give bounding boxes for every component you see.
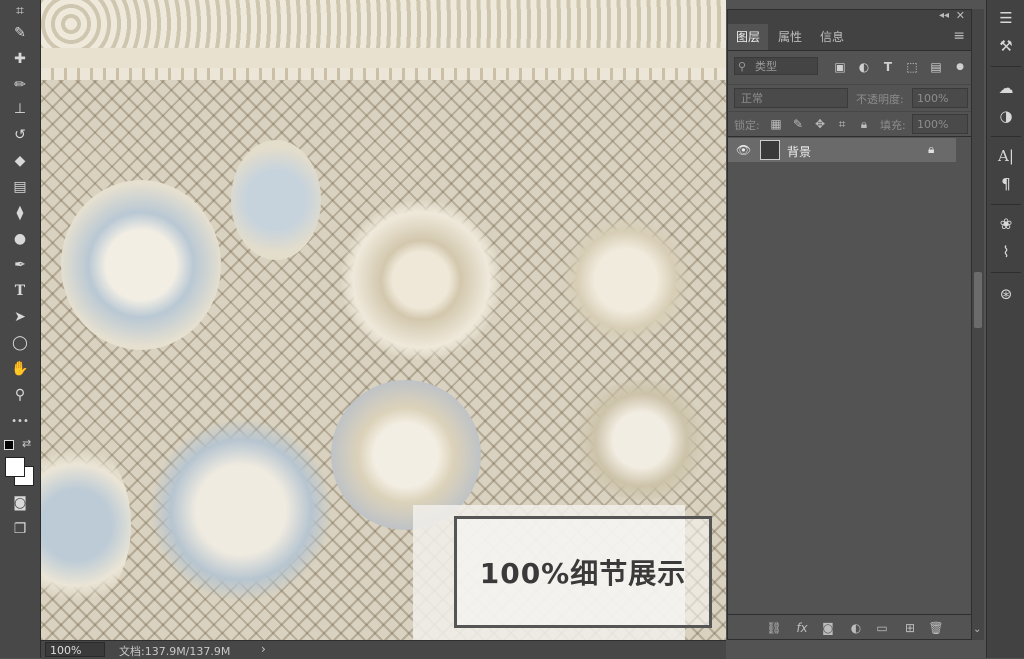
scroll-down-icon[interactable]: ⌄: [973, 624, 981, 635]
panel-dock-bar: ☰ ⚒ ☁ ◑ A| ¶ ❀ ⌇ ⊛: [986, 0, 1024, 658]
layer-filter-row: 类型 ⚲ ▣ ◐ T ⬚ ▤ ●: [728, 54, 971, 80]
panel-tabs: 图层 属性 信息 ≡: [728, 24, 971, 51]
quick-mask-icon[interactable]: ◙: [8, 492, 32, 514]
more-tools-icon[interactable]: •••: [8, 410, 32, 432]
lock-row: 锁定: ▦ ✎ ✥ ⌗ 🔒︎ 填充: 100%: [728, 111, 971, 137]
blend-mode-select[interactable]: 正常: [734, 88, 848, 108]
lace-flower: [41, 440, 131, 610]
lace-flower: [61, 180, 221, 350]
brush-settings-icon[interactable]: ⚒: [996, 36, 1016, 56]
gradient-icon[interactable]: ▤: [8, 176, 32, 198]
tools-bar: ⌗ ✎ ✚ ✏ ⊥ ↺ ◆ ▤ ⧫ ● ✒ T ➤ ◯ ✋ ⚲ ••• ⇄ ◙ …: [0, 0, 41, 658]
fill-label: 填充:: [880, 119, 906, 132]
status-menu-arrow[interactable]: ›: [261, 642, 266, 656]
visibility-eye-icon[interactable]: 👁︎: [736, 143, 751, 157]
zoom-icon[interactable]: ⚲: [8, 384, 32, 406]
paragraph-icon[interactable]: ¶: [996, 174, 1016, 194]
zoom-level-field[interactable]: 100%: [45, 642, 105, 657]
type-tool-icon[interactable]: T: [8, 280, 32, 302]
tab-info[interactable]: 信息: [812, 24, 852, 50]
layer-name: 背景: [787, 145, 812, 159]
collapse-panel-icon[interactable]: ◂◂: [939, 10, 949, 21]
3d-icon[interactable]: ⊛: [996, 284, 1016, 304]
dodge-icon[interactable]: ●: [8, 228, 32, 250]
new-group-icon[interactable]: ▭: [874, 620, 890, 636]
lock-image-icon[interactable]: ✎: [790, 116, 806, 132]
document-size-info: 文档:137.9M/137.9M: [119, 645, 231, 658]
default-colors-icon[interactable]: [4, 440, 14, 450]
link-layers-icon[interactable]: ⛓: [766, 620, 782, 636]
layer-row[interactable]: 👁︎ 背景 🔒︎: [728, 138, 956, 162]
filter-smart-object-icon[interactable]: ▤: [928, 59, 944, 75]
new-layer-icon[interactable]: ⊞: [902, 620, 918, 636]
panel-footer: ⛓ fx ◙ ◐ ▭ ⊞ 🗑︎: [728, 614, 971, 640]
history-brush-icon[interactable]: ↺: [8, 124, 32, 146]
lace-flower: [571, 380, 711, 500]
add-mask-icon[interactable]: ◙: [820, 620, 836, 636]
swap-colors-icon[interactable]: ⇄: [22, 437, 31, 450]
filter-adjustment-icon[interactable]: ◐: [856, 59, 872, 75]
panel-header-strip: ◂◂ ✕: [728, 9, 971, 24]
opacity-field[interactable]: 100%: [912, 88, 968, 108]
adjustment-layer-icon[interactable]: ◐: [848, 620, 864, 636]
lace-strip: [41, 48, 726, 68]
lace-flower: [231, 140, 321, 260]
libraries-icon[interactable]: ☁: [996, 78, 1016, 98]
lace-strip-pattern: [41, 68, 726, 80]
fx-icon[interactable]: fx: [794, 620, 810, 636]
crop-icon[interactable]: ⌗: [8, 0, 32, 22]
eyedropper-icon[interactable]: ✎: [8, 22, 32, 44]
hand-icon[interactable]: ✋: [8, 358, 32, 380]
panel-scrollbar-thumb[interactable]: [974, 272, 982, 328]
blur-icon[interactable]: ⧫: [8, 202, 32, 224]
filter-pixel-icon[interactable]: ▣: [832, 59, 848, 75]
lace-flower: [341, 200, 501, 360]
filter-toggle-icon[interactable]: ●: [952, 59, 968, 75]
eraser-icon[interactable]: ◆: [8, 150, 32, 172]
delete-layer-icon[interactable]: 🗑︎: [928, 620, 944, 636]
lock-all-icon[interactable]: 🔒︎: [856, 116, 872, 132]
character-icon[interactable]: A|: [996, 146, 1016, 166]
fill-field[interactable]: 100%: [912, 114, 968, 134]
filter-kind-select[interactable]: 类型: [734, 57, 818, 75]
brush-icon[interactable]: ✏: [8, 74, 32, 96]
healing-brush-icon[interactable]: ✚: [8, 48, 32, 70]
adjustments-sliders-icon[interactable]: ☰: [996, 8, 1016, 28]
clone-stamp-icon[interactable]: ⊥: [8, 98, 32, 120]
paths-icon[interactable]: ⌇: [996, 242, 1016, 262]
layer-thumbnail: [760, 140, 780, 160]
path-selection-icon[interactable]: ➤: [8, 306, 32, 328]
lock-artboard-icon[interactable]: ⌗: [834, 116, 850, 132]
tab-properties[interactable]: 属性: [770, 24, 810, 50]
layer-lock-icon: 🔒︎: [928, 142, 935, 156]
channels-icon[interactable]: ❀: [996, 214, 1016, 234]
lace-flower: [561, 220, 691, 340]
search-icon: ⚲: [738, 60, 747, 73]
lock-transparent-icon[interactable]: ▦: [768, 116, 784, 132]
screen-mode-icon[interactable]: ❐: [8, 518, 32, 540]
lace-flower: [151, 420, 331, 600]
lock-position-icon[interactable]: ✥: [812, 116, 828, 132]
ellipse-icon[interactable]: ◯: [8, 332, 32, 354]
foreground-color-swatch[interactable]: [5, 457, 25, 477]
layers-list-area: [728, 162, 971, 612]
filter-shape-icon[interactable]: ⬚: [904, 59, 920, 75]
adjustments-icon[interactable]: ◑: [996, 106, 1016, 126]
panel-menu-icon[interactable]: ≡: [953, 28, 965, 44]
detail-frame: 100%细节展示: [454, 516, 712, 628]
close-panel-icon[interactable]: ✕: [956, 9, 965, 22]
opacity-label: 不透明度:: [856, 93, 904, 106]
filter-type-icon[interactable]: T: [880, 59, 896, 75]
layers-panel: ◂◂ ✕ 图层 属性 信息 ≡ 类型 ⚲ ▣ ◐ T ⬚ ▤ ● 正常 不透明度…: [727, 9, 972, 640]
tab-layers[interactable]: 图层: [728, 24, 769, 50]
lock-label: 锁定:: [734, 119, 760, 132]
lace-border-band: [41, 0, 726, 48]
status-bar: 100% 文档:137.9M/137.9M ›: [41, 640, 726, 659]
detail-label: 100%细节展示: [479, 557, 687, 590]
blend-row: 正常 不透明度: 100%: [728, 84, 971, 111]
pen-icon[interactable]: ✒: [8, 254, 32, 276]
